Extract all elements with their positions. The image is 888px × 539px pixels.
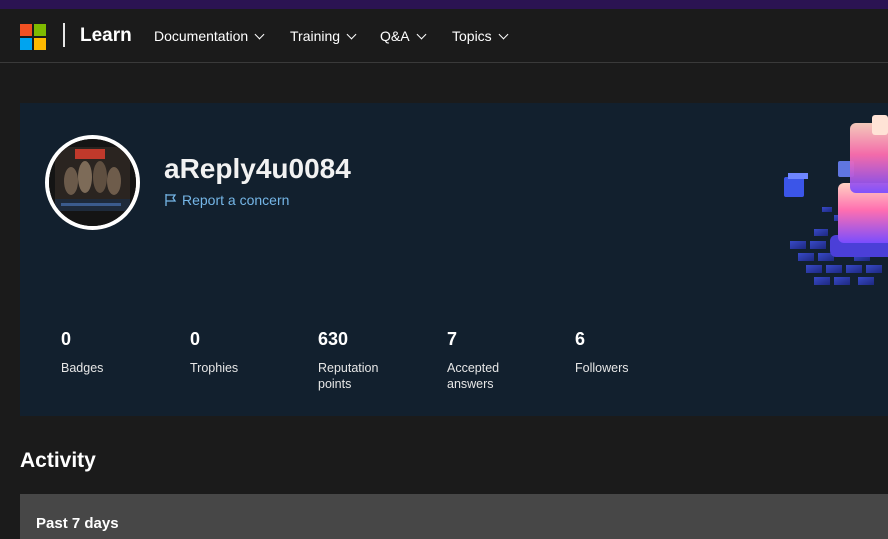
stat-value: 0 <box>190 329 201 349</box>
avatar-image <box>49 139 136 226</box>
chevron-down-icon <box>346 29 357 39</box>
nav-training[interactable]: Training <box>290 28 357 44</box>
flag-icon <box>165 194 177 206</box>
activity-period-label: Past 7 days <box>36 515 119 532</box>
stat-value: 630 <box>318 329 349 349</box>
nav-qna[interactable]: Q&A <box>380 28 427 44</box>
chevron-down-icon <box>254 29 265 39</box>
microsoft-logo-icon[interactable] <box>20 24 46 50</box>
hero-illustration <box>784 115 888 285</box>
nav-training-label: Training <box>290 28 341 44</box>
stat-value: 0 <box>61 329 72 349</box>
activity-panel: Past 7 days <box>20 494 888 539</box>
stat-value: 6 <box>575 329 586 349</box>
stat-value: 7 <box>447 329 458 349</box>
stat-label: Accepted answers <box>447 361 500 391</box>
stat-label: Reputation points <box>318 361 379 391</box>
chevron-down-icon <box>498 29 509 39</box>
report-concern-label: Report a concern <box>182 192 290 208</box>
stat-followers[interactable]: 6 Followers <box>575 329 695 376</box>
top-accent-strip <box>0 0 888 9</box>
stat-label: Trophies <box>190 361 239 375</box>
logo-divider <box>63 23 65 47</box>
profile-username: aReply4u0084 <box>164 153 351 184</box>
nav-topics[interactable]: Topics <box>452 28 509 44</box>
stat-accepted-answers[interactable]: 7 Accepted answers <box>447 329 517 392</box>
stat-label: Badges <box>61 361 104 375</box>
profile-card: aReply4u0084 Report a concern 0 Badges 0… <box>20 103 888 416</box>
activity-heading: Activity <box>20 449 96 472</box>
nav-documentation-label: Documentation <box>154 28 249 44</box>
report-concern-link[interactable]: Report a concern <box>164 192 289 208</box>
top-navbar: Learn Documentation Training Q&A Topics <box>0 9 888 63</box>
stat-trophies[interactable]: 0 Trophies <box>190 329 310 376</box>
nav-documentation[interactable]: Documentation <box>154 28 265 44</box>
chevron-down-icon <box>416 29 427 39</box>
avatar <box>45 135 140 230</box>
stat-badges[interactable]: 0 Badges <box>61 329 181 376</box>
stat-reputation-points[interactable]: 630 Reputation points <box>318 329 398 392</box>
nav-topics-label: Topics <box>452 28 492 44</box>
nav-qna-label: Q&A <box>380 28 410 44</box>
stat-label: Followers <box>575 361 629 375</box>
brand-learn-link[interactable]: Learn <box>80 25 132 47</box>
